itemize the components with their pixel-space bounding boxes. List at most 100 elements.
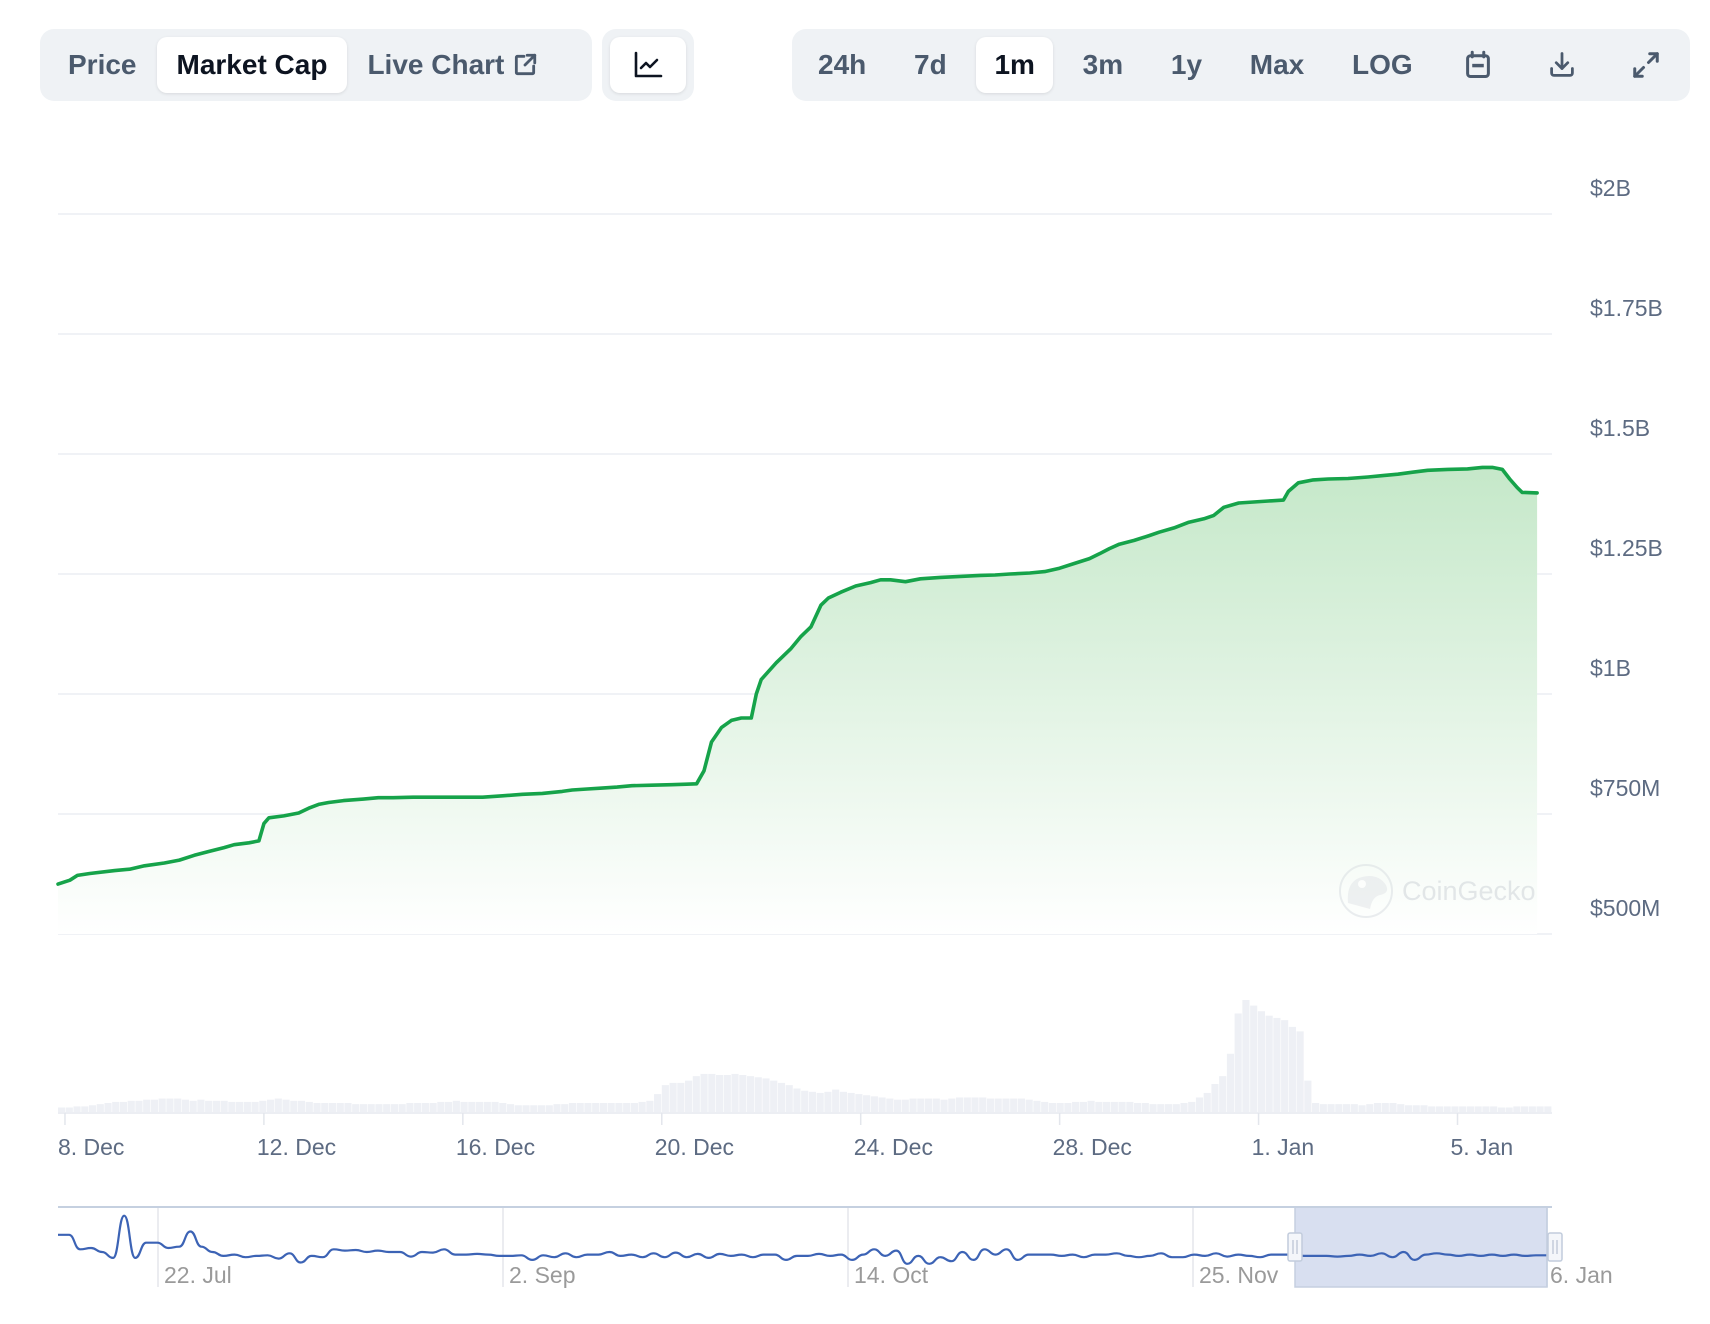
volume-bar [1381, 1103, 1389, 1112]
left-handle-grip[interactable] [1287, 1232, 1303, 1262]
volume-bar [777, 1082, 786, 1112]
volume-bar [762, 1078, 770, 1112]
volume-bar [1056, 1103, 1064, 1112]
volume-bar [58, 1107, 66, 1112]
volume-bar [599, 1103, 608, 1112]
y-tick-label: $1.25B [1590, 535, 1663, 561]
volume-bar [1505, 1107, 1513, 1112]
volume-bar [700, 1073, 708, 1112]
volume-bar [81, 1106, 89, 1112]
volume-bar [112, 1101, 120, 1112]
y-axis-labels: $2B $1.75B $1.5B $1.25B $1B $750M $500M [1590, 175, 1663, 921]
right-handle-grip[interactable] [1547, 1232, 1563, 1262]
volume-bar [1443, 1106, 1451, 1112]
volume-bar [1033, 1100, 1041, 1112]
volume-bar [1536, 1106, 1544, 1112]
volume-bar [522, 1105, 530, 1112]
volume-bar [669, 1082, 677, 1112]
volume-bar [785, 1085, 793, 1112]
volume-bar [321, 1103, 329, 1112]
volume-bar [615, 1103, 623, 1112]
volume-bar [979, 1097, 987, 1112]
volume-bar [715, 1075, 724, 1112]
x-tick-label: 8. Dec [58, 1134, 124, 1160]
volume-bar [390, 1104, 399, 1112]
volume-bar [1064, 1103, 1072, 1112]
volume-bar [630, 1103, 638, 1112]
y-tick-label: $2B [1590, 175, 1631, 201]
volume-bar [1296, 1031, 1304, 1112]
volume-bar [1404, 1105, 1413, 1112]
volume-bar [143, 1099, 151, 1112]
volume-bar [282, 1099, 290, 1112]
navigator-tick-label: 22. Jul [164, 1262, 232, 1288]
volume-bar [127, 1100, 135, 1112]
volume-bar [1335, 1104, 1343, 1112]
volume-bar [1358, 1105, 1366, 1112]
volume-bar [1466, 1106, 1474, 1112]
volume-bar [537, 1105, 546, 1112]
volume-bar [445, 1101, 453, 1112]
volume-bar [994, 1098, 1002, 1112]
volume-bar [1389, 1103, 1397, 1112]
volume-bar [429, 1103, 437, 1112]
volume-bar [793, 1088, 801, 1112]
volume-bar [220, 1100, 228, 1112]
volume-bar [847, 1092, 855, 1112]
y-tick-label: $1B [1590, 655, 1631, 681]
volume-bar [1250, 1005, 1258, 1112]
volume-bar [1513, 1106, 1521, 1112]
volume-bar [1017, 1098, 1026, 1112]
volume-bar [839, 1091, 847, 1112]
volume-bar [344, 1103, 352, 1112]
volume-bar [514, 1105, 522, 1112]
volume-bar [685, 1080, 693, 1112]
volume-bar [924, 1098, 933, 1112]
volume-bar [290, 1100, 298, 1112]
navigator[interactable]: 22. Jul 2. Sep 14. Oct 25. Nov 6. Jan [58, 1206, 1613, 1288]
volume-bar [878, 1097, 886, 1112]
volume-bar [297, 1100, 306, 1112]
volume-bar [576, 1103, 584, 1112]
volume-bar [499, 1103, 507, 1112]
volume-bar [1288, 1026, 1296, 1112]
volume-bar [770, 1080, 778, 1112]
navigator-right-handle[interactable] [1547, 1232, 1563, 1262]
y-tick-label: $750M [1590, 775, 1660, 801]
volume-bar [1010, 1098, 1018, 1112]
volume-bar [1110, 1101, 1118, 1112]
volume-bar [367, 1104, 375, 1112]
volume-bar [1164, 1104, 1173, 1112]
volume-bar [476, 1101, 484, 1112]
volume-bar [816, 1092, 824, 1112]
x-tick-label: 5. Jan [1451, 1134, 1514, 1160]
volume-bars [58, 1000, 1552, 1112]
volume-bar [1188, 1101, 1196, 1112]
volume-bar [1195, 1097, 1204, 1112]
volume-bar [1126, 1101, 1134, 1112]
volume-bar [212, 1100, 220, 1112]
volume-bar [1474, 1106, 1482, 1112]
volume-bar [251, 1101, 259, 1112]
volume-bar [236, 1101, 244, 1112]
volume-bar [746, 1076, 755, 1112]
volume-bar [1304, 1080, 1312, 1112]
volume-bar [421, 1103, 429, 1112]
volume-bar [870, 1096, 878, 1112]
volume-bar [553, 1104, 561, 1112]
volume-bar [383, 1104, 391, 1112]
volume-bar [1490, 1106, 1498, 1112]
navigator-selection[interactable] [1294, 1206, 1548, 1288]
navigator-left-handle[interactable] [1287, 1232, 1303, 1262]
volume-bar [181, 1099, 189, 1112]
x-tick-label: 12. Dec [257, 1134, 336, 1160]
volume-bar [1219, 1076, 1227, 1112]
volume-bar [1141, 1103, 1149, 1112]
volume-bar [917, 1098, 925, 1112]
volume-bar [1281, 1020, 1289, 1112]
volume-bar [1312, 1103, 1320, 1112]
volume-bar [414, 1103, 422, 1112]
x-axis-labels: 8. Dec 12. Dec 16. Dec 20. Dec 24. Dec 28. De… [58, 1134, 1513, 1160]
volume-bar [96, 1104, 104, 1112]
market-cap-chart[interactable]: $2B $1.75B $1.5B $1.25B $1B $750M $500M CoinGe… [0, 0, 1710, 1324]
